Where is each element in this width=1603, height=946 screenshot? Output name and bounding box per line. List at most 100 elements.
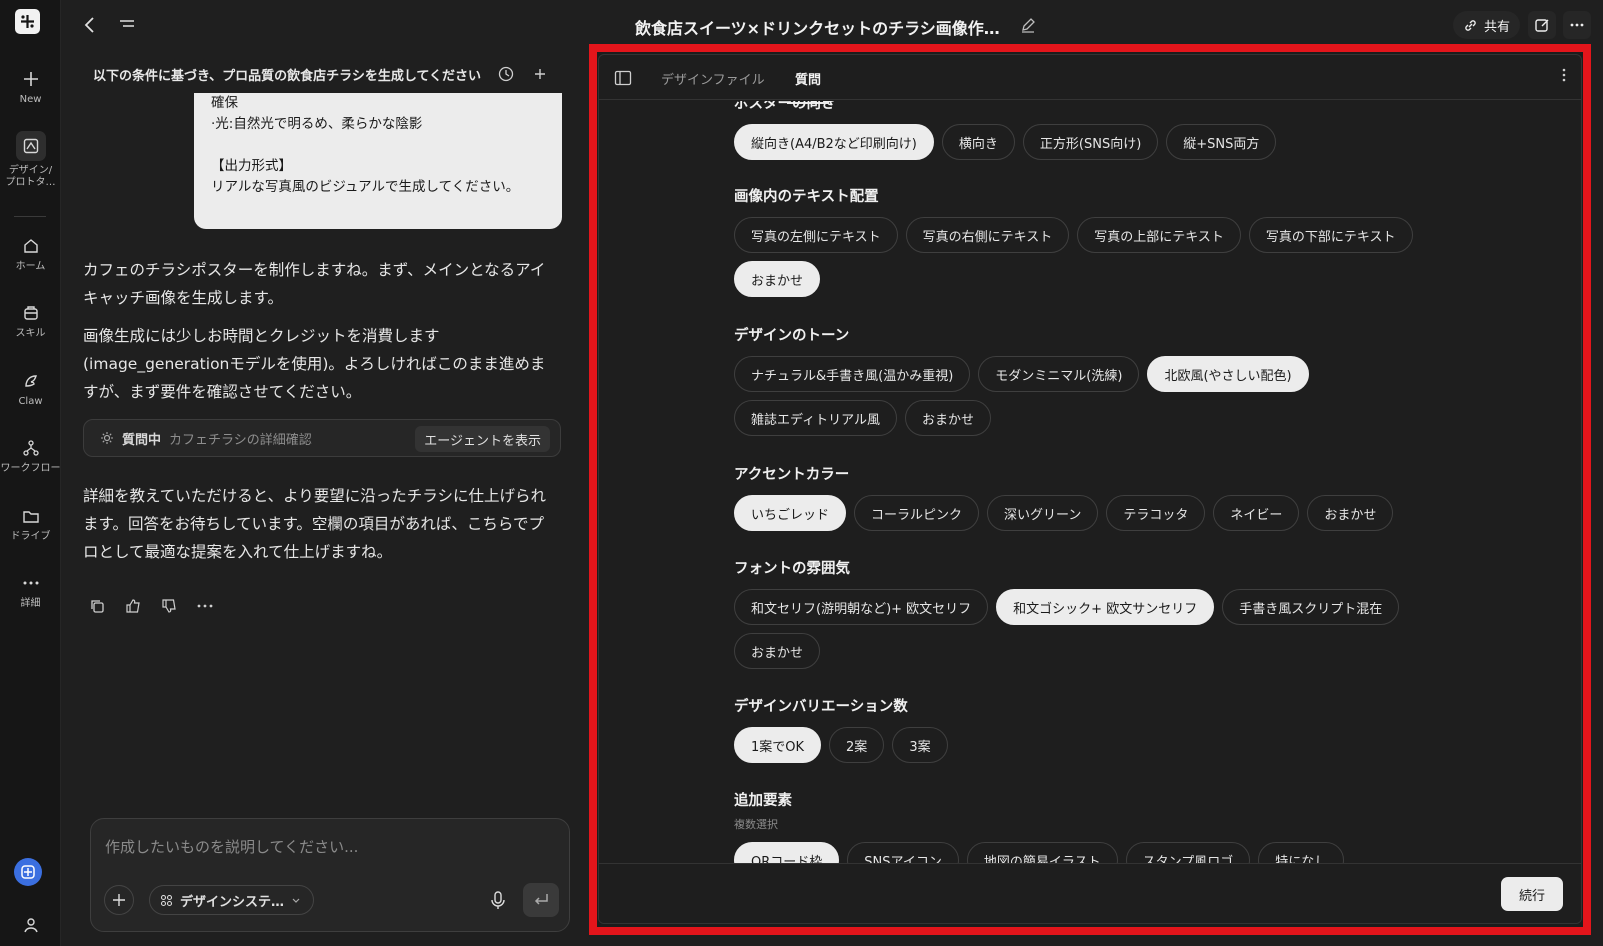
- chevron-left-icon: [84, 17, 94, 33]
- share-button[interactable]: 共有: [1453, 11, 1521, 39]
- chat-task-header: 以下の条件に基づき、プロ品質の飲食店チラシを生成してください: [80, 55, 568, 93]
- option-chip[interactable]: モダンミニマル(洗練): [978, 356, 1140, 392]
- option-chip[interactable]: 北欧風(やさしい配色): [1147, 356, 1309, 392]
- option-chip[interactable]: SNSアイコン: [847, 842, 959, 863]
- panel-menu-icon[interactable]: [1557, 68, 1571, 86]
- question-list[interactable]: ポスターの向き 縦向き(A4/B2など印刷向け) 横向き 正方形(SNS向け) …: [599, 101, 1581, 863]
- rail-claw-button[interactable]: Claw: [0, 370, 61, 408]
- design-system-selector[interactable]: デザインシステ…: [149, 885, 315, 915]
- design-icon: [15, 131, 46, 161]
- option-chip[interactable]: 横向き: [941, 124, 1015, 160]
- question-font: フォントの雰囲気 和文セリフ(游明朝など)+ 欧文セリフ 和文ゴシック+ 欧文サ…: [734, 557, 1434, 669]
- option-chip[interactable]: おまかせ: [904, 400, 991, 436]
- profile-button[interactable]: [0, 914, 61, 936]
- grid-icon: [160, 894, 173, 906]
- option-chip[interactable]: スタンプ風ロゴ: [1125, 842, 1251, 863]
- claw-icon: [20, 370, 42, 392]
- bubble-line: ·光:自然光で明るめ、柔らかな陰影: [211, 116, 423, 132]
- attach-button[interactable]: [104, 885, 134, 915]
- rail-drive-button[interactable]: ドライブ: [0, 505, 61, 543]
- user-message-bubble: 確保 ·光:自然光で明るめ、柔らかな陰影 【出力形式】 リアルな写真風のビジュア…: [194, 93, 562, 229]
- option-group: 和文セリフ(游明朝など)+ 欧文セリフ 和文ゴシック+ 欧文サンセリフ 手書き風…: [734, 589, 1434, 669]
- panel-tab-bar: デザインファイル 質問: [599, 55, 1581, 104]
- status-detail: カフェチラシの詳細確認: [169, 432, 312, 448]
- option-chip[interactable]: おまかせ: [1307, 495, 1394, 531]
- rail-more-button[interactable]: 詳細: [0, 572, 61, 610]
- back-button[interactable]: [79, 14, 101, 36]
- bubble-line: リアルな写真風のビジュアルで生成してください。: [211, 179, 520, 195]
- option-chip[interactable]: 特になし: [1258, 842, 1345, 863]
- tab-design-file[interactable]: デザインファイル: [661, 69, 765, 88]
- tab-question[interactable]: 質問: [786, 69, 830, 104]
- rail-more-label: 詳細: [20, 598, 41, 609]
- copy-icon[interactable]: [88, 597, 106, 615]
- option-chip[interactable]: 和文セリフ(游明朝など)+ 欧文セリフ: [734, 589, 989, 625]
- option-group: いちごレッド コーラルピンク 深いグリーン テラコッタ ネイビー おまかせ: [734, 495, 1434, 531]
- option-chip[interactable]: 深いグリーン: [987, 495, 1099, 531]
- more-dots-icon[interactable]: [196, 597, 214, 615]
- user-icon: [20, 914, 42, 936]
- history-icon[interactable]: [497, 65, 515, 83]
- home-icon: [20, 235, 42, 257]
- option-chip[interactable]: 写真の上部にテキスト: [1077, 217, 1241, 253]
- enter-icon: [534, 894, 548, 905]
- option-chip[interactable]: コーラルピンク: [854, 495, 980, 531]
- rail-design-label: デザイン/ プロトタ…: [5, 165, 56, 188]
- rail-workflow-button[interactable]: ワークフロー: [0, 437, 61, 475]
- task-title: 以下の条件に基づき、プロ品質の飲食店チラシを生成してください: [93, 68, 482, 84]
- option-chip[interactable]: 縦+SNS両方: [1166, 124, 1277, 160]
- skill-icon: [20, 302, 42, 324]
- option-chip[interactable]: テラコッタ: [1106, 495, 1206, 531]
- sidebar-toggle-icon[interactable]: [614, 70, 632, 86]
- rail-workflow-label: ワークフロー: [0, 463, 61, 474]
- continue-button[interactable]: 続行: [1501, 877, 1563, 911]
- option-chip[interactable]: 1案でOK: [734, 727, 822, 763]
- edit-title-icon[interactable]: [1019, 16, 1037, 34]
- option-chip[interactable]: 手書き風スクリプト混在: [1222, 589, 1400, 625]
- rail-new-button[interactable]: New: [0, 68, 61, 106]
- panel-footer: 続行: [599, 863, 1581, 923]
- workflow-icon: [20, 437, 42, 459]
- send-button[interactable]: [523, 883, 559, 917]
- option-chip[interactable]: QRコード枠: [734, 842, 840, 863]
- document-title[interactable]: 飲食店スイーツ×ドリンクセットのチラシ画像作…: [635, 15, 1000, 39]
- option-chip[interactable]: 写真の右側にテキスト: [905, 217, 1070, 253]
- app-avatar-icon[interactable]: [14, 858, 42, 886]
- assistant-message: 画像生成には少しお時間とクレジットを消費します(image_generation…: [83, 327, 546, 401]
- more-options-button[interactable]: [1563, 11, 1591, 39]
- app-logo-icon[interactable]: [15, 9, 40, 34]
- option-chip[interactable]: ネイビー: [1213, 495, 1300, 531]
- compose-icon: [1534, 18, 1548, 32]
- plus-icon: [113, 894, 125, 906]
- option-chip[interactable]: 写真の下部にテキスト: [1248, 217, 1413, 253]
- option-chip[interactable]: 写真の左側にテキスト: [734, 217, 898, 253]
- option-chip[interactable]: 2案: [829, 727, 885, 763]
- thumbs-up-icon[interactable]: [124, 597, 142, 615]
- folder-icon: [20, 505, 42, 527]
- option-chip[interactable]: おまかせ: [734, 261, 821, 297]
- option-chip[interactable]: 3案: [892, 727, 948, 763]
- microphone-icon[interactable]: [487, 889, 509, 911]
- menu-button[interactable]: [116, 14, 138, 36]
- option-chip[interactable]: おまかせ: [734, 633, 821, 669]
- bubble-line: 確保: [211, 95, 238, 111]
- option-chip[interactable]: 雑誌エディトリアル風: [734, 400, 897, 436]
- rail-design-button[interactable]: デザイン/ プロトタ…: [0, 131, 61, 189]
- plus-icon[interactable]: [531, 65, 549, 83]
- option-chip[interactable]: 地図の簡易イラスト: [966, 842, 1118, 863]
- rail-skill-button[interactable]: スキル: [0, 302, 61, 340]
- option-chip[interactable]: 和文ゴシック+ 欧文サンセリフ: [996, 589, 1215, 625]
- option-chip[interactable]: 正方形(SNS向け): [1022, 124, 1159, 160]
- new-document-button[interactable]: [1528, 11, 1556, 39]
- rail-home-button[interactable]: ホーム: [0, 235, 61, 273]
- design-system-label: デザインシステ…: [180, 894, 285, 910]
- thumbs-down-icon[interactable]: [160, 597, 178, 615]
- chat-composer[interactable]: 作成したいものを説明してください... デザインシステ…: [90, 818, 570, 932]
- assistant-message: 詳細を教えていただけると、より要望に沿ったチラシに仕上げられます。回答をお待ちし…: [83, 487, 546, 561]
- option-chip[interactable]: 縦向き(A4/B2など印刷向け): [734, 124, 934, 160]
- composer-input[interactable]: 作成したいものを説明してください...: [105, 836, 358, 857]
- chevron-down-icon: [292, 898, 300, 903]
- option-chip[interactable]: いちごレッド: [734, 495, 847, 531]
- option-chip[interactable]: ナチュラル&手書き風(温かみ重視): [734, 356, 971, 392]
- show-agent-button[interactable]: エージェントを表示: [415, 426, 550, 452]
